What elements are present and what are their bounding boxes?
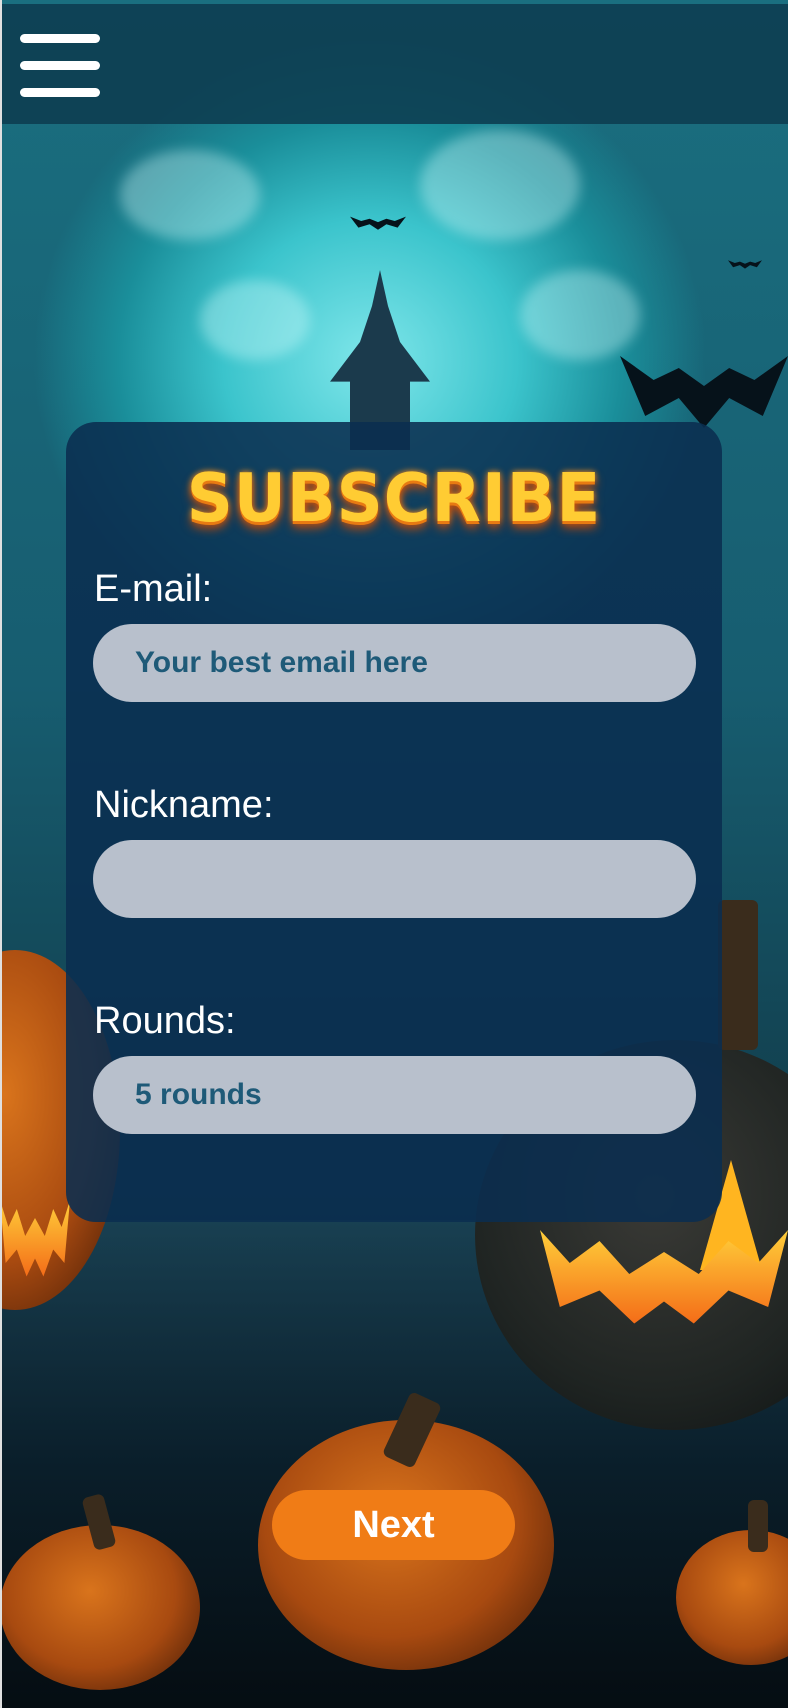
menu-line	[20, 61, 100, 70]
email-field[interactable]	[93, 624, 696, 702]
nickname-label: Nickname:	[94, 784, 274, 826]
pumpkin-stem	[748, 1500, 768, 1552]
bat-silhouette	[350, 216, 406, 230]
moon-highlight	[420, 130, 580, 240]
subscribe-title: SUBSCRIBE	[186, 460, 602, 538]
moon-highlight	[200, 280, 310, 360]
top-bar	[0, 4, 788, 124]
app-screen: SUBSCRIBE E-mail: Nickname: Rounds: 5 ro…	[0, 0, 788, 1708]
left-edge	[0, 0, 2, 1708]
subscribe-panel: SUBSCRIBE E-mail: Nickname: Rounds: 5 ro…	[66, 422, 722, 1222]
pumpkin-stem	[718, 900, 758, 1050]
bat-silhouette	[728, 260, 762, 269]
moon-highlight	[520, 270, 640, 360]
rounds-selected-value: 5 rounds	[135, 1078, 262, 1111]
email-label: E-mail:	[94, 568, 213, 610]
nickname-field[interactable]	[93, 840, 696, 918]
rounds-label: Rounds:	[94, 1000, 236, 1042]
menu-line	[20, 88, 100, 97]
rounds-select[interactable]: 5 rounds	[93, 1056, 696, 1134]
menu-line	[20, 34, 100, 43]
pumpkin-left-small	[0, 1525, 200, 1690]
next-button[interactable]: Next	[272, 1490, 515, 1560]
hamburger-menu-icon[interactable]	[20, 34, 100, 100]
moon-highlight	[120, 150, 260, 240]
